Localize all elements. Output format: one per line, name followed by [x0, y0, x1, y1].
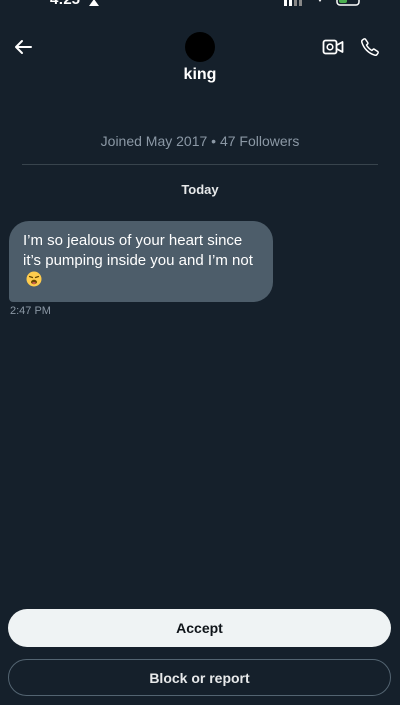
phone-call-button[interactable]: [357, 34, 383, 60]
battery-icon: [336, 0, 360, 6]
avatar[interactable]: [185, 32, 215, 62]
arrow-left-icon: [15, 40, 32, 54]
message-bubble[interactable]: I’m so jealous of your heart since it’s …: [9, 221, 273, 302]
status-bar: 4:25: [0, 0, 400, 10]
message-text: I’m so jealous of your heart since it’s …: [23, 232, 253, 269]
phone-icon: [360, 38, 379, 57]
back-button[interactable]: [10, 34, 36, 60]
message-timestamp: 2:47 PM: [10, 305, 51, 317]
video-call-button[interactable]: [320, 34, 346, 60]
accept-button[interactable]: Accept: [8, 609, 391, 647]
profile-meta: Joined May 2017 • 47 Followers: [100, 133, 300, 149]
conversation-username[interactable]: king: [0, 66, 400, 84]
signal-icon: [284, 0, 302, 6]
status-time: 4:25: [50, 0, 80, 8]
weary-face-icon: [26, 271, 42, 287]
divider: [22, 164, 378, 165]
date-header: Today: [181, 182, 219, 197]
video-call-icon: [322, 39, 344, 55]
wifi-icon: [318, 0, 322, 2]
person-icon: [89, 0, 99, 6]
block-or-report-button[interactable]: Block or report: [8, 659, 391, 696]
